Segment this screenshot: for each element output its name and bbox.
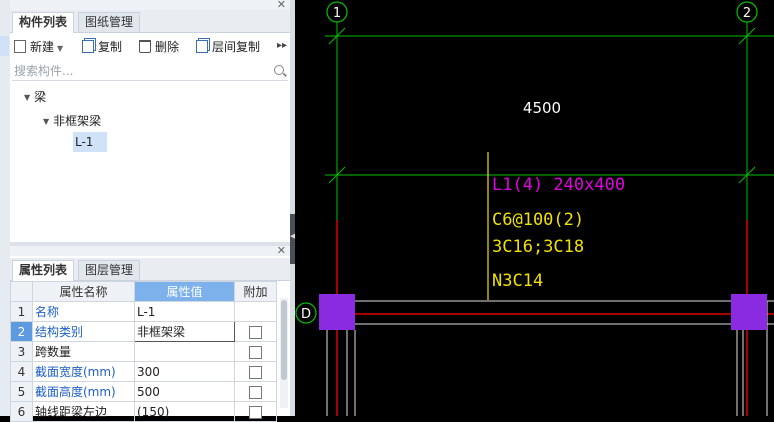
side-bars-label[interactable]: N3C14 bbox=[492, 271, 543, 291]
axis-label-1: 1 bbox=[333, 6, 341, 21]
component-toolbar: 新建 ▼ 复制 删除 层间复制 bbox=[10, 34, 290, 60]
header-property-value[interactable]: 属性值 bbox=[134, 281, 235, 302]
axis-label-d: D bbox=[301, 307, 311, 322]
floor-copy-button[interactable]: 层间复制 bbox=[196, 38, 260, 56]
property-panel: ✕ 属性列表 图层管理 属性名称 属性值 附加 1 名称 L-1 2 结构类别 … bbox=[10, 244, 290, 422]
component-tabs: 构件列表 图纸管理 bbox=[10, 10, 290, 33]
row-number: 6 bbox=[10, 401, 33, 422]
component-list-panel: ✕ 构件列表 图纸管理 新建 ▼ 复制 删除 层间复制 ▸▸ 搜索构件... ▼ 梁… bbox=[10, 0, 290, 242]
extra-checkbox[interactable] bbox=[249, 345, 262, 359]
property-name: 截面高度(mm) bbox=[32, 381, 135, 402]
property-name: 名称 bbox=[32, 301, 135, 322]
row-number: 4 bbox=[10, 361, 33, 382]
table-row[interactable]: 5 截面高度(mm) 500 bbox=[10, 381, 277, 402]
table-row[interactable]: 1 名称 L-1 bbox=[10, 301, 277, 322]
tab-component-list[interactable]: 构件列表 bbox=[12, 12, 75, 33]
column-right[interactable] bbox=[731, 294, 767, 330]
close-icon[interactable]: ✕ bbox=[277, 244, 286, 257]
chevron-down-icon: ▼ bbox=[57, 44, 64, 53]
tab-property-list[interactable]: 属性列表 bbox=[12, 260, 75, 281]
copy-button[interactable]: 复制 bbox=[82, 38, 122, 56]
extra-checkbox[interactable] bbox=[249, 365, 262, 379]
floor-copy-icon bbox=[196, 40, 208, 53]
tab-drawing-management[interactable]: 图纸管理 bbox=[78, 12, 141, 32]
property-value[interactable]: 300 bbox=[134, 361, 235, 382]
expand-triangle-icon[interactable]: ▼ bbox=[24, 93, 30, 102]
row-number: 5 bbox=[10, 381, 33, 402]
table-row[interactable]: 2 结构类别 非框架梁 bbox=[10, 321, 277, 342]
table-header-row: 属性名称 属性值 附加 bbox=[10, 281, 277, 302]
stirrup-label[interactable]: C6@100(2) bbox=[492, 210, 584, 230]
scrollbar-thumb[interactable] bbox=[281, 300, 287, 380]
panel-title-bar: ✕ bbox=[10, 0, 290, 11]
row-number: 2 bbox=[10, 321, 33, 342]
extra-cell bbox=[234, 381, 277, 402]
table-row[interactable]: 6 轴线距梁左边 (150) bbox=[10, 401, 277, 422]
extra-cell bbox=[234, 361, 277, 382]
property-value[interactable]: 非框架梁 bbox=[134, 321, 235, 342]
tab-layer-management[interactable]: 图层管理 bbox=[78, 260, 141, 280]
property-name: 跨数量 bbox=[32, 341, 135, 362]
property-table: 属性名称 属性值 附加 1 名称 L-1 2 结构类别 非框架梁 3 跨数量 4… bbox=[10, 281, 277, 422]
new-file-icon bbox=[14, 40, 26, 53]
panel-title-bar: ✕ bbox=[10, 244, 290, 257]
search-icon[interactable] bbox=[274, 65, 284, 75]
tree-leaf-l1[interactable]: L-1 bbox=[73, 132, 107, 152]
axis-label-2: 2 bbox=[743, 6, 751, 21]
tree-node-non-frame-beam[interactable]: ▼ 非框架梁 bbox=[43, 112, 101, 129]
row-number: 1 bbox=[10, 301, 33, 322]
column-left[interactable] bbox=[319, 294, 355, 330]
extra-cell bbox=[234, 321, 277, 342]
canvas-background bbox=[295, 0, 774, 416]
left-edge-selection bbox=[0, 36, 9, 56]
property-name: 截面宽度(mm) bbox=[32, 361, 135, 382]
drawing-canvas[interactable]: 1 2 4500 L1(4) 240x400 C6@100(2) 3C16;3C… bbox=[295, 0, 774, 416]
table-row[interactable]: 4 截面宽度(mm) 300 bbox=[10, 361, 277, 382]
property-name: 结构类别 bbox=[32, 321, 135, 342]
extra-checkbox[interactable] bbox=[249, 405, 262, 419]
property-tabs: 属性列表 图层管理 bbox=[10, 258, 290, 281]
table-row[interactable]: 3 跨数量 bbox=[10, 341, 277, 362]
tree-node-beam[interactable]: ▼ 梁 bbox=[24, 88, 46, 105]
beam-label[interactable]: L1(4) 240x400 bbox=[492, 175, 625, 195]
top-bars-label[interactable]: 3C16;3C18 bbox=[492, 237, 584, 257]
property-value[interactable]: 500 bbox=[134, 381, 235, 402]
row-number: 3 bbox=[10, 341, 33, 362]
property-name: 轴线距梁左边 bbox=[32, 401, 135, 422]
dimension-text[interactable]: 4500 bbox=[523, 99, 561, 117]
toolbar-more-icon[interactable]: ▸▸ bbox=[277, 40, 287, 51]
search-input[interactable]: 搜索构件... bbox=[12, 62, 288, 81]
new-button[interactable]: 新建 ▼ bbox=[14, 38, 63, 56]
extra-cell bbox=[234, 401, 277, 422]
extra-cell bbox=[234, 301, 277, 322]
header-extra[interactable]: 附加 bbox=[234, 281, 277, 302]
property-value[interactable]: (150) bbox=[134, 401, 235, 422]
delete-button[interactable]: 删除 bbox=[139, 38, 179, 56]
property-value[interactable]: L-1 bbox=[134, 301, 235, 322]
trash-icon bbox=[139, 40, 151, 53]
extra-checkbox[interactable] bbox=[249, 325, 262, 339]
header-property-name[interactable]: 属性名称 bbox=[32, 281, 135, 302]
extra-cell bbox=[234, 341, 277, 362]
property-scrollbar[interactable] bbox=[280, 298, 288, 408]
expand-triangle-icon[interactable]: ▼ bbox=[43, 117, 49, 126]
property-value[interactable] bbox=[134, 341, 235, 362]
header-num bbox=[10, 281, 33, 302]
copy-icon bbox=[82, 40, 94, 53]
extra-checkbox[interactable] bbox=[249, 385, 262, 399]
